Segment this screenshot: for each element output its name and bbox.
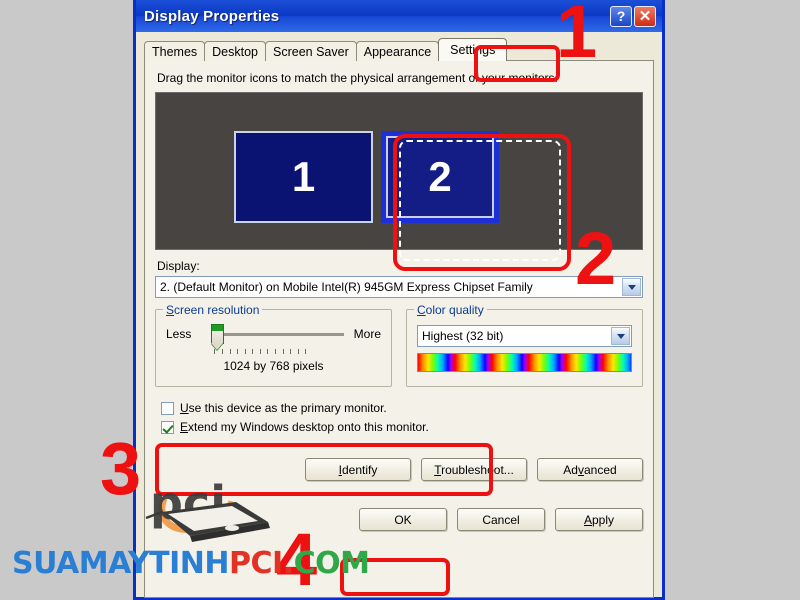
- tab-desktop[interactable]: Desktop: [204, 41, 267, 61]
- resolution-slider-row: Less More: [166, 323, 381, 354]
- tab-settings[interactable]: Settings: [438, 38, 508, 61]
- screenshot-root: Display Properties ? ✕ Themes Desktop Sc…: [0, 0, 800, 600]
- tab-appearance-label: Appearance: [363, 44, 432, 59]
- close-button[interactable]: ✕: [634, 5, 656, 27]
- screen-resolution-legend: Screen resolution: [163, 303, 263, 317]
- tab-themes[interactable]: Themes: [144, 41, 206, 61]
- ok-button[interactable]: OK: [359, 508, 447, 531]
- color-quality-legend-rest: olor quality: [425, 303, 484, 317]
- color-spectrum-bar: [417, 353, 632, 372]
- advanced-button[interactable]: Advanced: [537, 458, 643, 481]
- question-mark-icon: ?: [616, 8, 626, 24]
- cancel-button-label: Cancel: [482, 512, 520, 527]
- display-label: Display:: [157, 259, 200, 273]
- resolution-slider-track: [215, 333, 344, 336]
- tab-screen-saver[interactable]: Screen Saver: [265, 41, 357, 61]
- drag-monitors-hint: Drag the monitor icons to match the phys…: [157, 71, 558, 85]
- color-quality-select[interactable]: Highest (32 bit): [417, 325, 632, 347]
- monitor-2-number: 2: [386, 136, 494, 218]
- primary-monitor-label: UUse this device as the primary monitor.…: [180, 401, 387, 415]
- help-button[interactable]: ?: [610, 5, 632, 27]
- tab-settings-label: Settings: [450, 43, 496, 57]
- monitor-2-icon[interactable]: 2: [381, 131, 499, 223]
- resolution-more-label: More: [353, 327, 381, 341]
- watermark-text: SUAMAYTINHPCI.COM: [12, 546, 370, 581]
- monitor-options-group: UUse this device as the primary monitor.…: [155, 401, 643, 434]
- watermark-part2: PCI.: [229, 546, 294, 581]
- tab-desktop-label: Desktop: [212, 44, 259, 59]
- primary-monitor-checkbox-row[interactable]: UUse this device as the primary monitor.…: [161, 401, 643, 415]
- watermark-part3: COM: [293, 546, 370, 581]
- color-quality-group: Color quality Highest (32 bit): [406, 303, 643, 387]
- chevron-down-icon[interactable]: [611, 327, 630, 345]
- resolution-value: 1024 by 768 pixels: [223, 359, 324, 373]
- cancel-button[interactable]: Cancel: [457, 508, 545, 531]
- resolution-less-label: Less: [166, 327, 192, 341]
- screen-resolution-legend-rest: creen resolution: [174, 303, 260, 317]
- monitor-1-icon[interactable]: 1: [234, 131, 373, 223]
- tab-strip: Themes Desktop Screen Saver Appearance S…: [144, 38, 654, 61]
- identify-button-label: Identify: [338, 462, 378, 477]
- troubleshoot-button[interactable]: Troubleshoot...: [421, 458, 527, 481]
- screen-resolution-group: Screen resolution Less More 1024 by 768 …: [155, 303, 392, 387]
- extend-desktop-label: EExtend my Windows desktop onto this mon…: [180, 420, 429, 434]
- monitor-1-number: 1: [234, 131, 373, 223]
- troubleshoot-button-label: Troubleshoot...: [434, 462, 514, 477]
- display-select-value: 2. (Default Monitor) on Mobile Intel(R) …: [160, 280, 533, 294]
- apply-button-label: Apply: [583, 512, 615, 527]
- tab-screen-saver-label: Screen Saver: [273, 44, 349, 59]
- tab-appearance[interactable]: Appearance: [355, 41, 440, 61]
- watermark-part1: SUAMAYTINH: [12, 546, 230, 581]
- ok-button-label: OK: [394, 512, 412, 527]
- monitor-arrangement-preview[interactable]: 1 2: [155, 92, 643, 250]
- resolution-slider-ticks: [214, 349, 307, 354]
- window-title: Display Properties: [144, 7, 280, 25]
- chevron-down-icon[interactable]: [622, 278, 641, 296]
- resolution-slider[interactable]: [197, 323, 347, 354]
- titlebar-buttons: ? ✕: [610, 5, 656, 27]
- extend-desktop-checkbox-row[interactable]: EExtend my Windows desktop onto this mon…: [161, 420, 643, 434]
- window-titlebar[interactable]: Display Properties ? ✕: [136, 0, 662, 32]
- advanced-button-label: Advanced: [563, 462, 617, 477]
- primary-monitor-checkbox[interactable]: [161, 401, 174, 415]
- display-select[interactable]: 2. (Default Monitor) on Mobile Intel(R) …: [155, 276, 643, 298]
- apply-button[interactable]: Apply: [555, 508, 643, 531]
- resolution-slider-thumb[interactable]: [211, 324, 225, 344]
- watermark-logo-text: pci: [150, 476, 226, 530]
- color-quality-legend: Color quality: [414, 303, 487, 317]
- settings-groups: Screen resolution Less More 1024 by 768 …: [155, 303, 643, 387]
- extend-desktop-checkbox[interactable]: [161, 420, 174, 434]
- close-icon: ✕: [638, 7, 652, 25]
- color-quality-value: Highest (32 bit): [422, 329, 504, 343]
- tab-themes-label: Themes: [152, 44, 198, 59]
- identify-button[interactable]: Identify: [305, 458, 411, 481]
